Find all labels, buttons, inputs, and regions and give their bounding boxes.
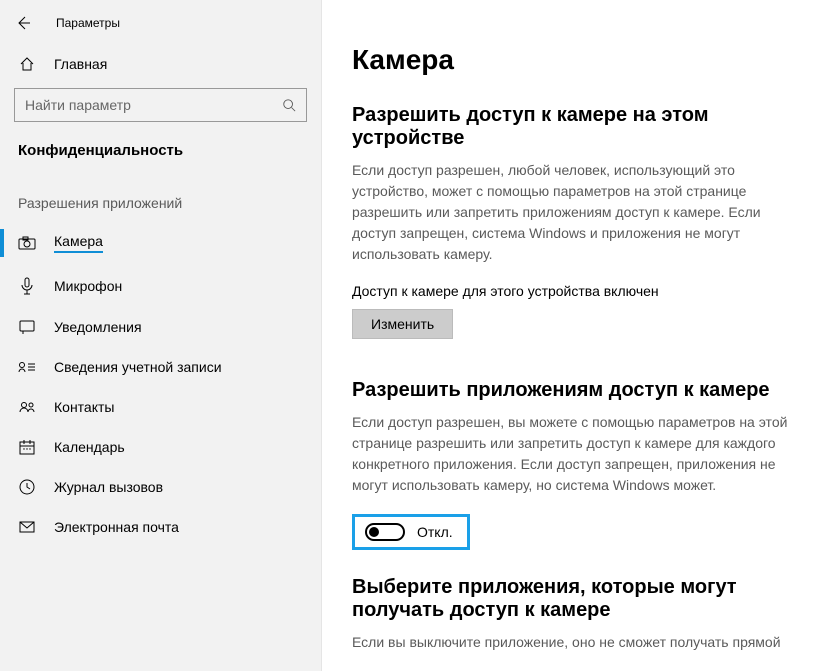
contacts-icon — [18, 400, 36, 414]
call-history-icon — [18, 479, 36, 495]
camera-icon — [18, 236, 36, 250]
sidebar-item-label: Контакты — [54, 399, 114, 415]
app-access-toggle[interactable] — [365, 523, 405, 541]
change-button[interactable]: Изменить — [352, 309, 453, 339]
section3-body: Если вы выключите приложение, оно не смо… — [352, 632, 790, 653]
sidebar-item-microphone[interactable]: Микрофон — [0, 265, 321, 307]
nav-home[interactable]: Главная — [0, 46, 321, 82]
section2-heading: Разрешить приложениям доступ к камере — [352, 379, 790, 402]
page-title: Камера — [352, 44, 790, 76]
window-title: Параметры — [56, 16, 120, 30]
search-icon — [282, 98, 296, 112]
sidebar-item-label: Календарь — [54, 439, 125, 455]
titlebar: Параметры — [0, 0, 321, 46]
section1-heading: Разрешить доступ к камере на этом устрой… — [352, 104, 790, 150]
back-arrow-icon[interactable] — [14, 14, 32, 32]
sidebar-item-notifications[interactable]: Уведомления — [0, 307, 321, 347]
nav-list: Камера Микрофон Уведомления Сведения уче… — [0, 221, 321, 547]
section1-body: Если доступ разрешен, любой человек, исп… — [352, 160, 790, 265]
sidebar-item-label: Журнал вызовов — [54, 479, 163, 495]
email-icon — [18, 521, 36, 533]
sidebar-item-label: Электронная почта — [54, 519, 179, 535]
sidebar-item-label: Камера — [54, 233, 103, 253]
sidebar-item-account-info[interactable]: Сведения учетной записи — [0, 347, 321, 387]
search-input[interactable] — [25, 97, 282, 113]
sidebar-item-label: Уведомления — [54, 319, 142, 335]
app-access-toggle-highlight: Откл. — [352, 514, 470, 550]
camera-access-status: Доступ к камере для этого устройства вкл… — [352, 283, 790, 299]
search-box[interactable] — [14, 88, 307, 122]
section3-heading: Выберите приложения, которые могут получ… — [352, 576, 790, 622]
calendar-icon — [18, 439, 36, 455]
category-header: Конфиденциальность — [0, 122, 321, 169]
nav-home-label: Главная — [54, 56, 107, 72]
sidebar-item-camera[interactable]: Камера — [0, 221, 321, 265]
sidebar: Параметры Главная Конфиденциальность Раз… — [0, 0, 322, 671]
notifications-icon — [18, 320, 36, 334]
sidebar-item-contacts[interactable]: Контакты — [0, 387, 321, 427]
section-label: Разрешения приложений — [0, 169, 321, 221]
sidebar-item-email[interactable]: Электронная почта — [0, 507, 321, 547]
sidebar-item-label: Микрофон — [54, 278, 122, 294]
search-container — [0, 82, 321, 122]
microphone-icon — [18, 277, 36, 295]
app-access-toggle-label: Откл. — [417, 524, 453, 540]
account-info-icon — [18, 361, 36, 373]
section2-body: Если доступ разрешен, вы можете с помощь… — [352, 412, 790, 496]
home-icon — [18, 56, 36, 72]
sidebar-item-calendar[interactable]: Календарь — [0, 427, 321, 467]
sidebar-item-call-history[interactable]: Журнал вызовов — [0, 467, 321, 507]
sidebar-item-label: Сведения учетной записи — [54, 359, 222, 375]
main-content: Камера Разрешить доступ к камере на этом… — [322, 0, 820, 671]
